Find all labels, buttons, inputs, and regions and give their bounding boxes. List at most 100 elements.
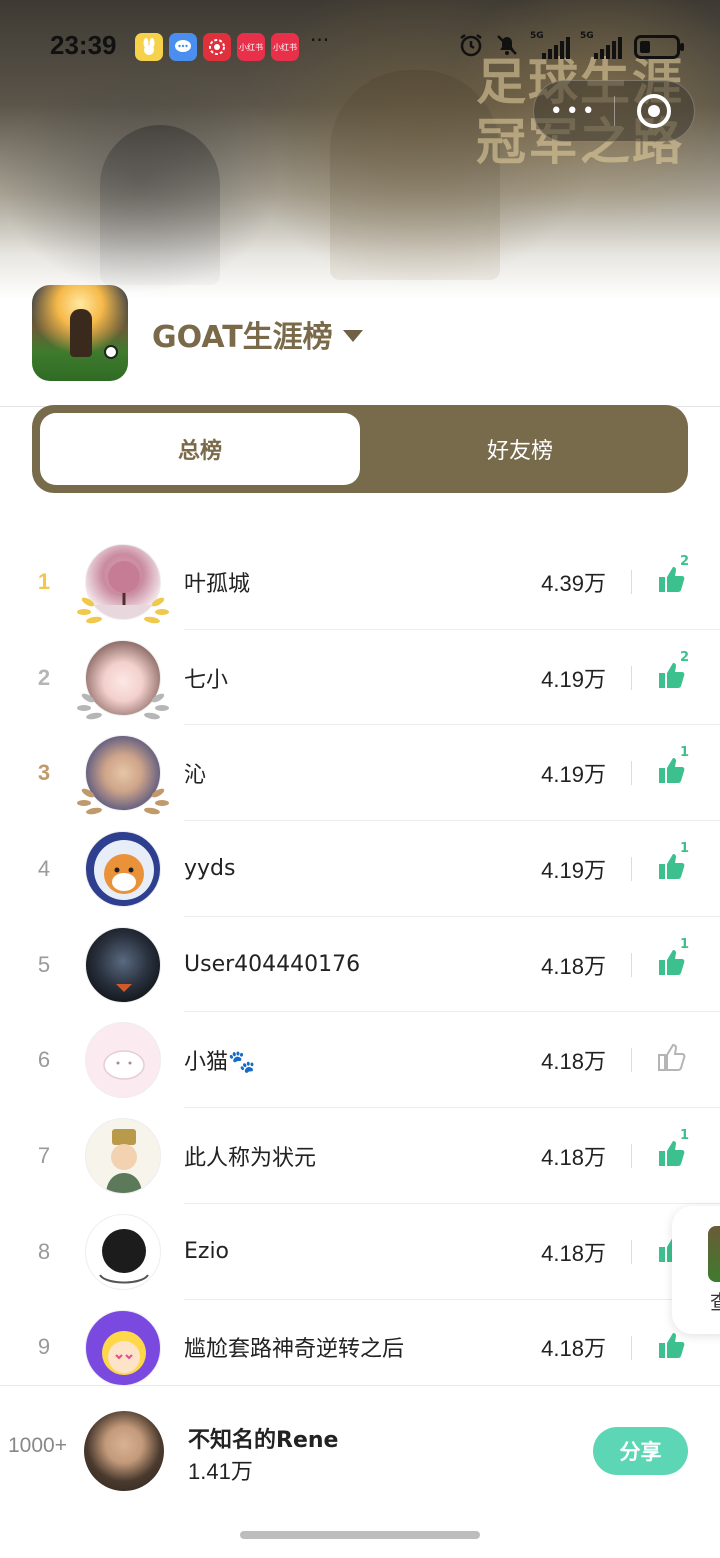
player-name: 此人称为状元	[184, 1145, 317, 1171]
game-thumbnail	[708, 1226, 720, 1282]
bunny-app-icon	[135, 33, 163, 61]
gold-laurel-icon	[77, 597, 169, 624]
avatar	[85, 831, 161, 908]
player-score: 4.18万	[541, 1240, 606, 1266]
player-name: User404440176	[184, 952, 361, 978]
like-button[interactable]: 1	[656, 841, 690, 887]
player-score: 4.18万	[541, 953, 606, 979]
divider	[631, 857, 632, 882]
ranking-row[interactable]: 8 Ezio 4.18万	[0, 1204, 720, 1300]
ranking-row[interactable]: 5 User404440176 4.18万 1	[0, 917, 720, 1013]
my-rank-bar: 1000+ 不知名的Rene 1.41万 分享	[0, 1385, 720, 1515]
player-score: 4.18万	[541, 1144, 606, 1170]
signal-icon: 5G	[530, 31, 570, 59]
rank-number: 4	[37, 855, 51, 881]
ranking-row[interactable]: 9 尴尬套路神奇逆转之后 4.18万	[0, 1300, 720, 1396]
ranking-row[interactable]: 7 此人称为状元 4.18万 1	[0, 1108, 720, 1204]
avatar	[85, 1022, 161, 1099]
banner-figure-left	[100, 125, 220, 285]
like-count: 2	[680, 649, 690, 665]
silver-laurel-icon	[77, 693, 169, 719]
ranking-row[interactable]: 2 七小 4.19万 2	[0, 630, 720, 726]
avatar	[85, 926, 161, 1003]
my-score: 1.41万	[188, 1459, 253, 1484]
like-count: 1	[680, 936, 690, 952]
tab-friends[interactable]: 好友榜	[360, 413, 680, 485]
soccer-ball-icon	[104, 345, 118, 359]
avatar	[84, 1411, 164, 1491]
miniprogram-capsule: •••	[533, 80, 695, 142]
mute-bell-icon	[494, 32, 520, 62]
like-button[interactable]: 1	[656, 1128, 690, 1174]
divider	[631, 1144, 632, 1169]
notification-icons: 小红书 小红书	[135, 33, 299, 61]
like-button[interactable]	[656, 1042, 690, 1078]
rank-number: 8	[37, 1238, 51, 1264]
board-title: GOAT生涯榜	[152, 320, 333, 355]
divider	[631, 1048, 632, 1073]
more-menu-button[interactable]: •••	[534, 99, 614, 124]
like-count: 2	[680, 554, 690, 569]
like-button[interactable]: 2	[656, 554, 690, 600]
ranking-row[interactable]: 3 沁 4.19万 1	[0, 725, 720, 822]
target-icon	[637, 94, 672, 128]
divider	[631, 1239, 632, 1264]
like-button[interactable]: 1	[656, 745, 690, 791]
status-bar: 23:39 小红书 小红书 ··· 5G 5G	[0, 28, 720, 64]
like-count: 1	[680, 745, 690, 761]
like-button[interactable]: 2	[656, 650, 690, 696]
player-name: yyds	[184, 856, 236, 882]
thumbs-up-outline-icon	[658, 1044, 686, 1072]
ranking-row[interactable]: 6 小猫🐾 4.18万	[0, 1012, 720, 1109]
avatar	[85, 1213, 161, 1290]
player-figure	[70, 309, 92, 357]
signal-icon: 5G	[580, 31, 624, 59]
tab-bar: 总榜 好友榜	[32, 405, 688, 493]
status-right: 5G 5G	[458, 31, 684, 62]
tab-overall[interactable]: 总榜	[40, 413, 360, 485]
player-name: 尴尬套路神奇逆转之后	[184, 1337, 405, 1363]
rank-number: 7	[37, 1142, 51, 1168]
divider	[631, 1335, 632, 1360]
player-name: 七小	[184, 667, 229, 693]
my-name: 不知名的Rene	[188, 1428, 339, 1453]
avatar	[85, 1118, 161, 1195]
rank-number: 6	[37, 1047, 51, 1073]
rank-number: 1	[37, 568, 51, 594]
caret-down-icon	[342, 330, 363, 342]
like-button[interactable]	[656, 1330, 690, 1366]
divider	[631, 761, 632, 786]
close-miniprogram-button[interactable]	[615, 94, 695, 128]
share-button[interactable]: 分享	[593, 1427, 688, 1475]
player-score: 4.19万	[541, 857, 606, 883]
board-selector[interactable]: GOAT生涯榜	[152, 312, 363, 356]
avatar	[85, 1309, 161, 1386]
battery-icon	[634, 35, 684, 59]
game-icon	[32, 285, 128, 381]
more-notifications: ···	[310, 28, 330, 52]
player-name: 叶孤城	[184, 571, 251, 597]
ranking-row[interactable]: 4 yyds 4.19万 1	[0, 821, 720, 917]
like-count: 1	[680, 841, 690, 857]
thumbs-up-icon	[659, 1332, 685, 1358]
xiaohongshu-app-icon: 小红书	[237, 33, 265, 61]
my-rank: 1000+	[8, 1434, 67, 1457]
status-time: 23:39	[50, 30, 117, 60]
xiaohongshu-app-icon: 小红书	[271, 33, 299, 61]
flower-app-icon	[203, 33, 231, 61]
player-score: 4.18万	[541, 1049, 606, 1075]
like-button[interactable]: 1	[656, 937, 690, 983]
divider	[631, 570, 632, 594]
rank-number: 2	[37, 664, 51, 690]
player-name: 沁	[184, 763, 207, 789]
bronze-laurel-icon	[77, 789, 169, 815]
rank-number: 3	[37, 760, 51, 786]
ranking-row[interactable]: 1 叶孤城 4.39万 2	[0, 534, 720, 630]
home-indicator[interactable]	[240, 1531, 480, 1539]
divider	[631, 952, 632, 977]
player-score: 4.39万	[541, 570, 606, 596]
chat-bubble-app-icon	[169, 33, 197, 61]
player-score: 4.19万	[541, 762, 606, 788]
player-name: 小猫🐾	[184, 1050, 256, 1076]
floating-game-card[interactable]: 查	[672, 1206, 720, 1334]
